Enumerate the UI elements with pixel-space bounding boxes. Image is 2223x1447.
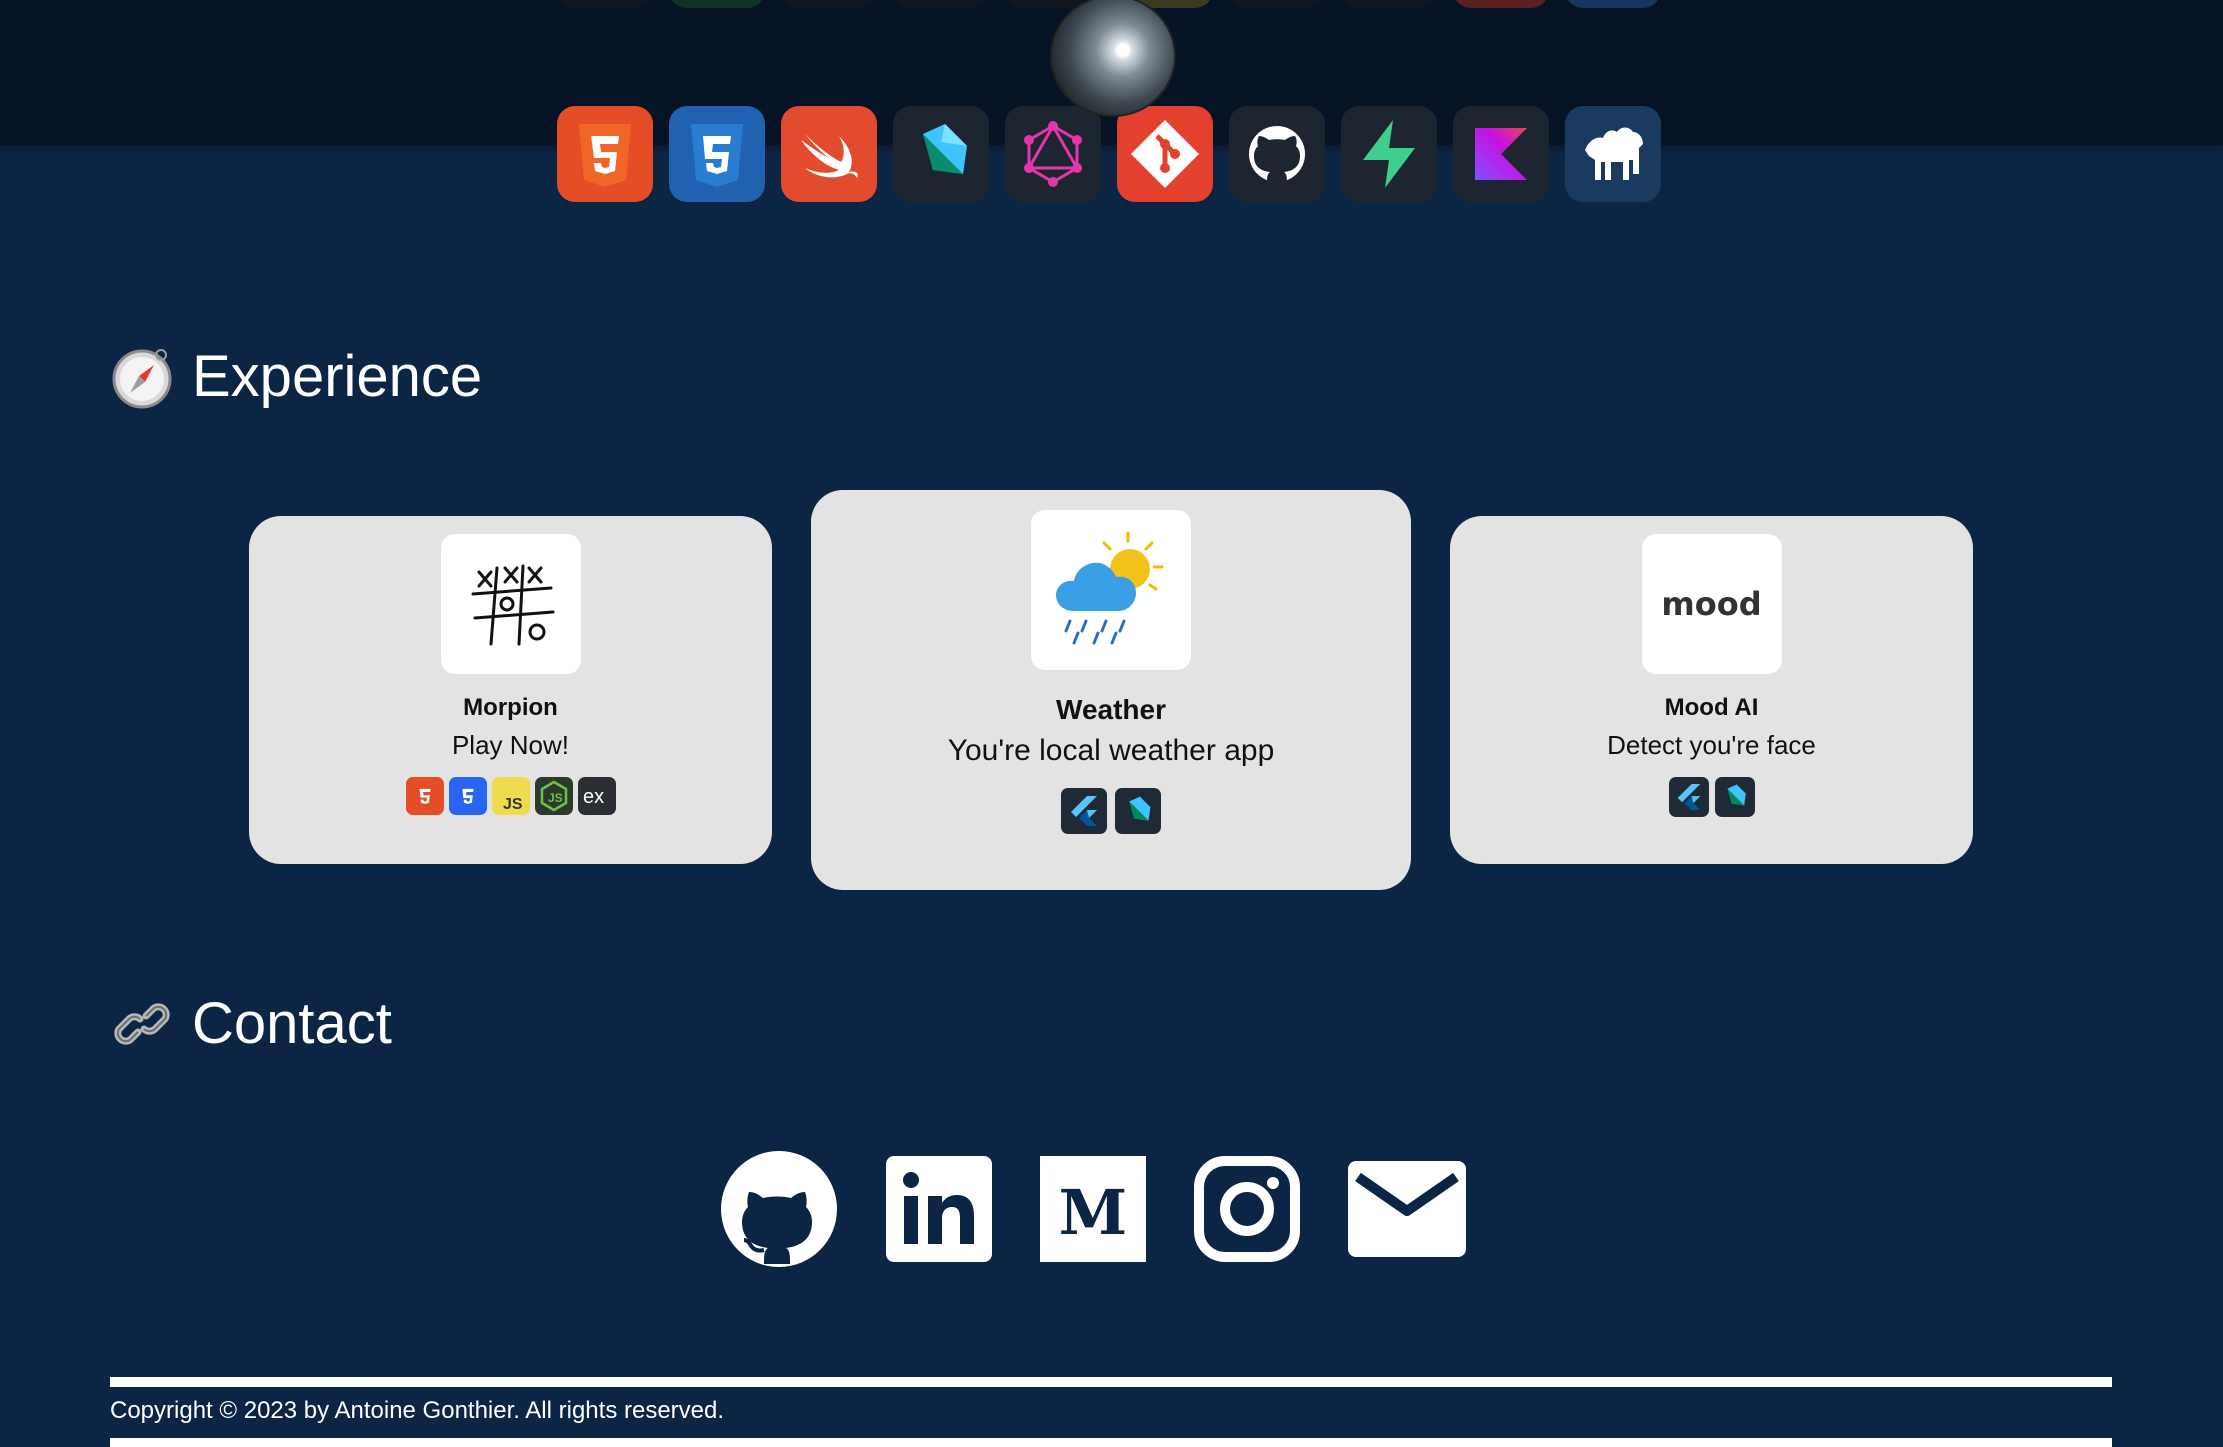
weather-icon (1056, 531, 1164, 645)
mail-icon[interactable] (1348, 1161, 1466, 1262)
contact-links: M (720, 1150, 1466, 1273)
compass-icon (112, 348, 172, 408)
link-icon (114, 1002, 170, 1045)
tech-stack-row (557, 106, 1661, 202)
svg-text:M: M (1059, 1176, 1128, 1249)
project-description: Detect you're face (1607, 730, 1816, 760)
footer-divider-bottom (110, 1438, 2112, 1447)
profile-avatar[interactable] (1050, 0, 1176, 117)
contact-heading: Contact (110, 990, 392, 1057)
copyright-text: Copyright © 2023 by Antoine Gonthier. Al… (110, 1397, 725, 1424)
express-icon: ex (577, 777, 616, 815)
tech-tags: JS JS ex (405, 777, 616, 815)
css3-icon (448, 777, 487, 815)
perl-icon (1565, 106, 1661, 202)
project-card-morpion[interactable]: Morpion Play Now! JS JS ex (249, 516, 772, 864)
project-name: Mood AI (1664, 694, 1759, 721)
mood-logo: mood (1641, 534, 1782, 674)
swift-icon (781, 106, 877, 202)
svg-text:JS: JS (503, 796, 523, 813)
tic-tac-toe-icon (471, 564, 554, 646)
graphql-icon (1005, 106, 1101, 202)
dart-icon (1714, 777, 1755, 817)
github-icon[interactable] (720, 1150, 838, 1273)
project-description: Play Now! (451, 730, 570, 760)
project-card-weather[interactable]: Weather You're local weather app (811, 490, 1411, 890)
project-name: Morpion (463, 694, 558, 721)
morpion-logo (440, 534, 581, 674)
tech-tags (1061, 788, 1161, 834)
dart-icon (893, 106, 989, 202)
linkedin-icon[interactable] (886, 1156, 992, 1267)
project-description: You're local weather app (947, 734, 1275, 767)
kotlin-icon (1453, 106, 1549, 202)
javascript-icon: JS (491, 777, 530, 815)
svg-text:ex: ex (583, 786, 604, 808)
footer-divider-top (110, 1377, 2112, 1387)
project-name: Weather (1056, 694, 1166, 725)
nodejs-icon: JS (534, 777, 573, 815)
tech-tags (1668, 777, 1755, 817)
flutter-icon (1061, 788, 1107, 834)
flutter-icon (1668, 777, 1709, 817)
medium-icon[interactable]: M (1040, 1156, 1146, 1267)
project-card-mood-ai[interactable]: mood Mood AI Detect you're face (1450, 516, 1973, 864)
css3-icon (669, 106, 765, 202)
mood-logo-text: mood (1661, 585, 1762, 623)
experience-title: Experience (192, 344, 483, 409)
instagram-icon[interactable] (1194, 1156, 1300, 1267)
weather-logo (1031, 510, 1191, 670)
github-icon (1229, 106, 1325, 202)
contact-title: Contact (192, 991, 392, 1056)
svg-text:JS: JS (548, 791, 563, 805)
git-icon (1117, 106, 1213, 202)
dart-icon (1115, 788, 1161, 834)
html5-icon (405, 777, 444, 815)
html5-icon (557, 106, 653, 202)
supabase-icon (1341, 106, 1437, 202)
experience-heading: Experience (110, 343, 482, 410)
